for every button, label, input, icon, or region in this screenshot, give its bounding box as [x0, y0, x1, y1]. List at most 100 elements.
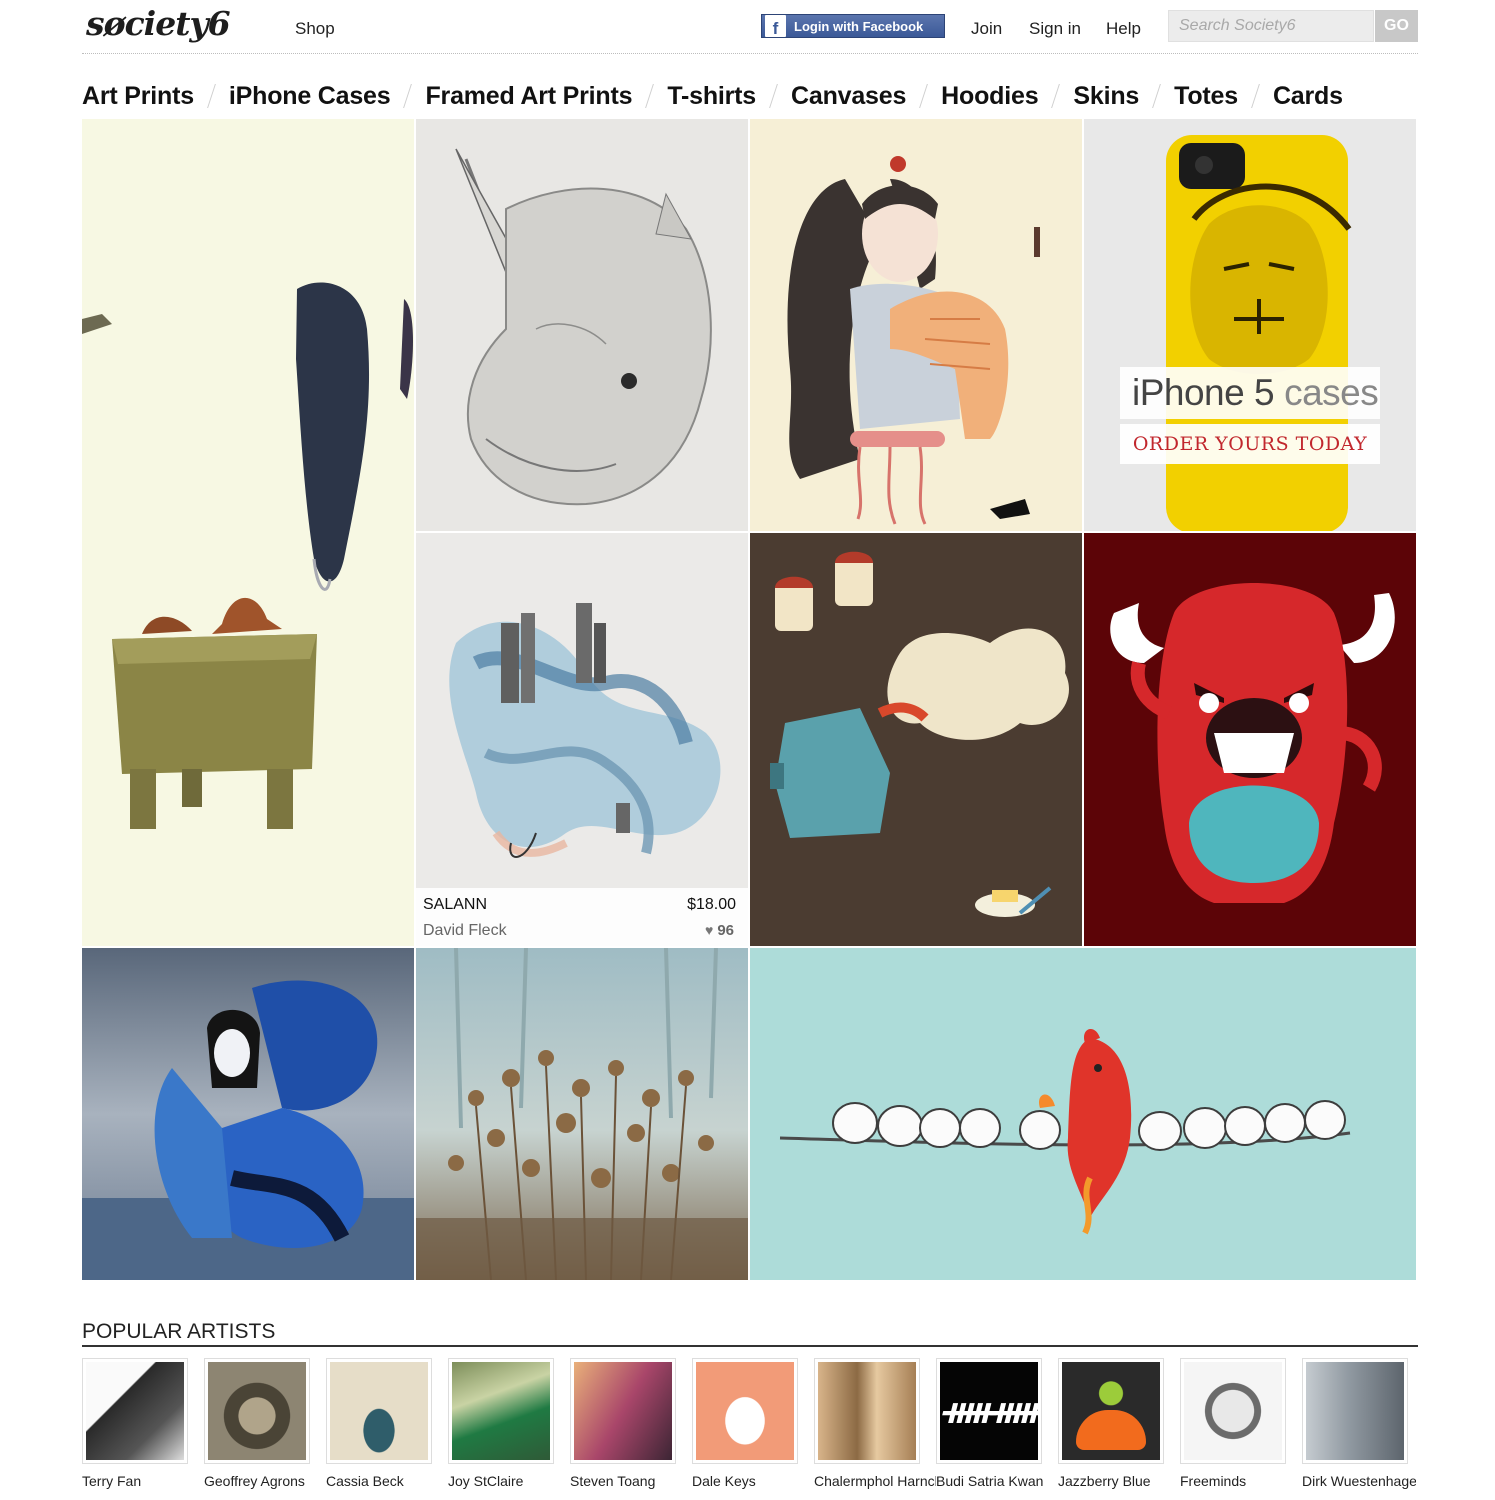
artwork-tile-salann[interactable]: SALANN $18.00 David Fleck ♥ 96: [416, 533, 748, 946]
facebook-login-label: Login with Facebook: [794, 18, 924, 34]
promo-order-button[interactable]: ORDER YOURS TODAY: [1120, 424, 1380, 464]
artwork-image: [455, 148, 712, 506]
avatar-image: [1062, 1362, 1160, 1460]
artist-avatar[interactable]: [1058, 1358, 1164, 1464]
facebook-icon: f: [765, 15, 786, 37]
sign-in-link[interactable]: Sign in: [1029, 19, 1081, 39]
divider: [1152, 84, 1162, 108]
artist-name[interactable]: Dirk Wuestenhagen: [1302, 1473, 1416, 1489]
artist-name[interactable]: Geoffrey Agrons: [204, 1473, 326, 1489]
join-link[interactable]: Join: [971, 19, 1002, 39]
artwork-price: $18.00: [687, 896, 736, 913]
artist-name[interactable]: Jazzberry Blue: [1058, 1473, 1180, 1489]
artist-card[interactable]: Chalermphol Harnchakkham: [814, 1358, 936, 1489]
artwork-image: [449, 603, 721, 858]
artist-avatar[interactable]: [1180, 1358, 1286, 1464]
avatar-image: ᚔᚔ: [940, 1362, 1038, 1460]
artwork-tile-toaster[interactable]: [750, 533, 1082, 946]
divider: [1051, 84, 1061, 108]
avatar-image: [1306, 1362, 1404, 1460]
facebook-login-button[interactable]: f Login with Facebook: [761, 14, 945, 38]
artwork-tile-birds-wire[interactable]: [750, 948, 1416, 1280]
category-canvases[interactable]: Canvases: [791, 82, 906, 111]
artist-avatar[interactable]: [570, 1358, 676, 1464]
artwork-tile-bird-box[interactable]: [82, 119, 414, 946]
artwork-image: [787, 156, 1040, 525]
avatar-image: [696, 1362, 794, 1460]
artist-name[interactable]: Budi Satria Kwan: [936, 1473, 1058, 1489]
artist-avatar[interactable]: [1302, 1358, 1408, 1464]
artist-avatar[interactable]: [692, 1358, 798, 1464]
artist-avatar[interactable]: [326, 1358, 432, 1464]
divider: [645, 84, 655, 108]
artist-card[interactable]: Terry Fan: [82, 1358, 192, 1489]
artist-card[interactable]: Jazzberry Blue: [1058, 1358, 1168, 1489]
artist-card[interactable]: ᚔᚔ Budi Satria Kwan: [936, 1358, 1046, 1489]
divider: [1251, 84, 1260, 108]
artist-card[interactable]: Cassia Beck: [326, 1358, 436, 1489]
artist-card[interactable]: Dale Keys: [692, 1358, 802, 1489]
artist-card[interactable]: Dirk Wuestenhagen: [1302, 1358, 1416, 1489]
category-t-shirts[interactable]: T-shirts: [667, 82, 756, 111]
artwork-tile-monster[interactable]: [1084, 533, 1416, 946]
artwork-tile-girl[interactable]: [750, 119, 1082, 531]
category-iphone-cases[interactable]: iPhone Cases: [229, 82, 391, 111]
category-totes[interactable]: Totes: [1174, 82, 1238, 111]
artist-avatar[interactable]: [82, 1358, 188, 1464]
promo-headline-cases: cases: [1284, 372, 1379, 413]
artist-card[interactable]: Steven Toang: [570, 1358, 680, 1489]
avatar-image: [1184, 1362, 1282, 1460]
popular-artists-heading: POPULAR ARTISTS: [82, 1320, 276, 1343]
artwork-artist[interactable]: David Fleck: [423, 922, 507, 940]
divider: [403, 84, 413, 108]
category-nav: Art Prints iPhone Cases Framed Art Print…: [82, 80, 1343, 112]
artwork-tile-butterfly-girl[interactable]: [82, 948, 414, 1280]
artist-avatar[interactable]: [814, 1358, 920, 1464]
artwork-likes[interactable]: ♥ 96: [705, 922, 734, 939]
category-framed-art-prints[interactable]: Framed Art Prints: [425, 82, 632, 111]
artist-name[interactable]: Joy StClaire: [448, 1473, 570, 1489]
artist-name[interactable]: Cassia Beck: [326, 1473, 448, 1489]
artist-name[interactable]: Chalermphol Harnchakkham: [814, 1473, 936, 1489]
search-go-button[interactable]: GO: [1375, 10, 1418, 42]
avatar-image: [86, 1362, 184, 1460]
society6-logo[interactable]: søciety6: [86, 4, 231, 43]
category-cards[interactable]: Cards: [1273, 82, 1343, 111]
search-input[interactable]: [1168, 10, 1374, 42]
artist-name[interactable]: Terry Fan: [82, 1473, 204, 1489]
artwork-title[interactable]: SALANN: [423, 896, 487, 914]
category-art-prints[interactable]: Art Prints: [82, 82, 194, 111]
avatar-image: [452, 1362, 550, 1460]
site-header: søciety6 Shop f Login with Facebook Join…: [82, 0, 1418, 54]
artwork-tile-dried-flowers[interactable]: [416, 948, 748, 1280]
artwork-tile-rhino[interactable]: [416, 119, 748, 531]
help-link[interactable]: Help: [1106, 19, 1141, 39]
promo-headline-product: iPhone 5: [1132, 372, 1275, 413]
artist-avatar[interactable]: ᚔᚔ: [936, 1358, 1042, 1464]
artwork-image: [770, 551, 1069, 917]
artist-name[interactable]: Steven Toang: [570, 1473, 692, 1489]
artist-name[interactable]: Dale Keys: [692, 1473, 814, 1489]
promo-headline: iPhone 5 cases: [1120, 367, 1380, 419]
artwork-image: [779, 1028, 1351, 1235]
divider: [82, 1345, 1418, 1347]
category-hoodies[interactable]: Hoodies: [941, 82, 1038, 111]
artist-avatar[interactable]: [448, 1358, 554, 1464]
avatar-image: [574, 1362, 672, 1460]
artist-card[interactable]: Freeminds: [1180, 1358, 1290, 1489]
avatar-image: [818, 1362, 916, 1460]
category-skins[interactable]: Skins: [1073, 82, 1139, 111]
artist-card[interactable]: Geoffrey Agrons: [204, 1358, 314, 1489]
promo-tile-iphone5[interactable]: iPhone 5 cases ORDER YOURS TODAY: [1084, 119, 1416, 531]
artist-card[interactable]: Joy StClaire: [448, 1358, 558, 1489]
artwork-image: [82, 282, 413, 829]
artist-name[interactable]: Freeminds: [1180, 1473, 1302, 1489]
artist-avatar[interactable]: [204, 1358, 310, 1464]
artwork-image: [416, 948, 748, 1280]
shop-link[interactable]: Shop: [295, 19, 335, 39]
divider: [769, 84, 778, 108]
divider: [919, 84, 929, 108]
heart-icon: ♥: [705, 922, 714, 938]
promo-image: [1166, 135, 1352, 531]
artwork-caption: SALANN $18.00 David Fleck ♥ 96: [416, 888, 748, 946]
